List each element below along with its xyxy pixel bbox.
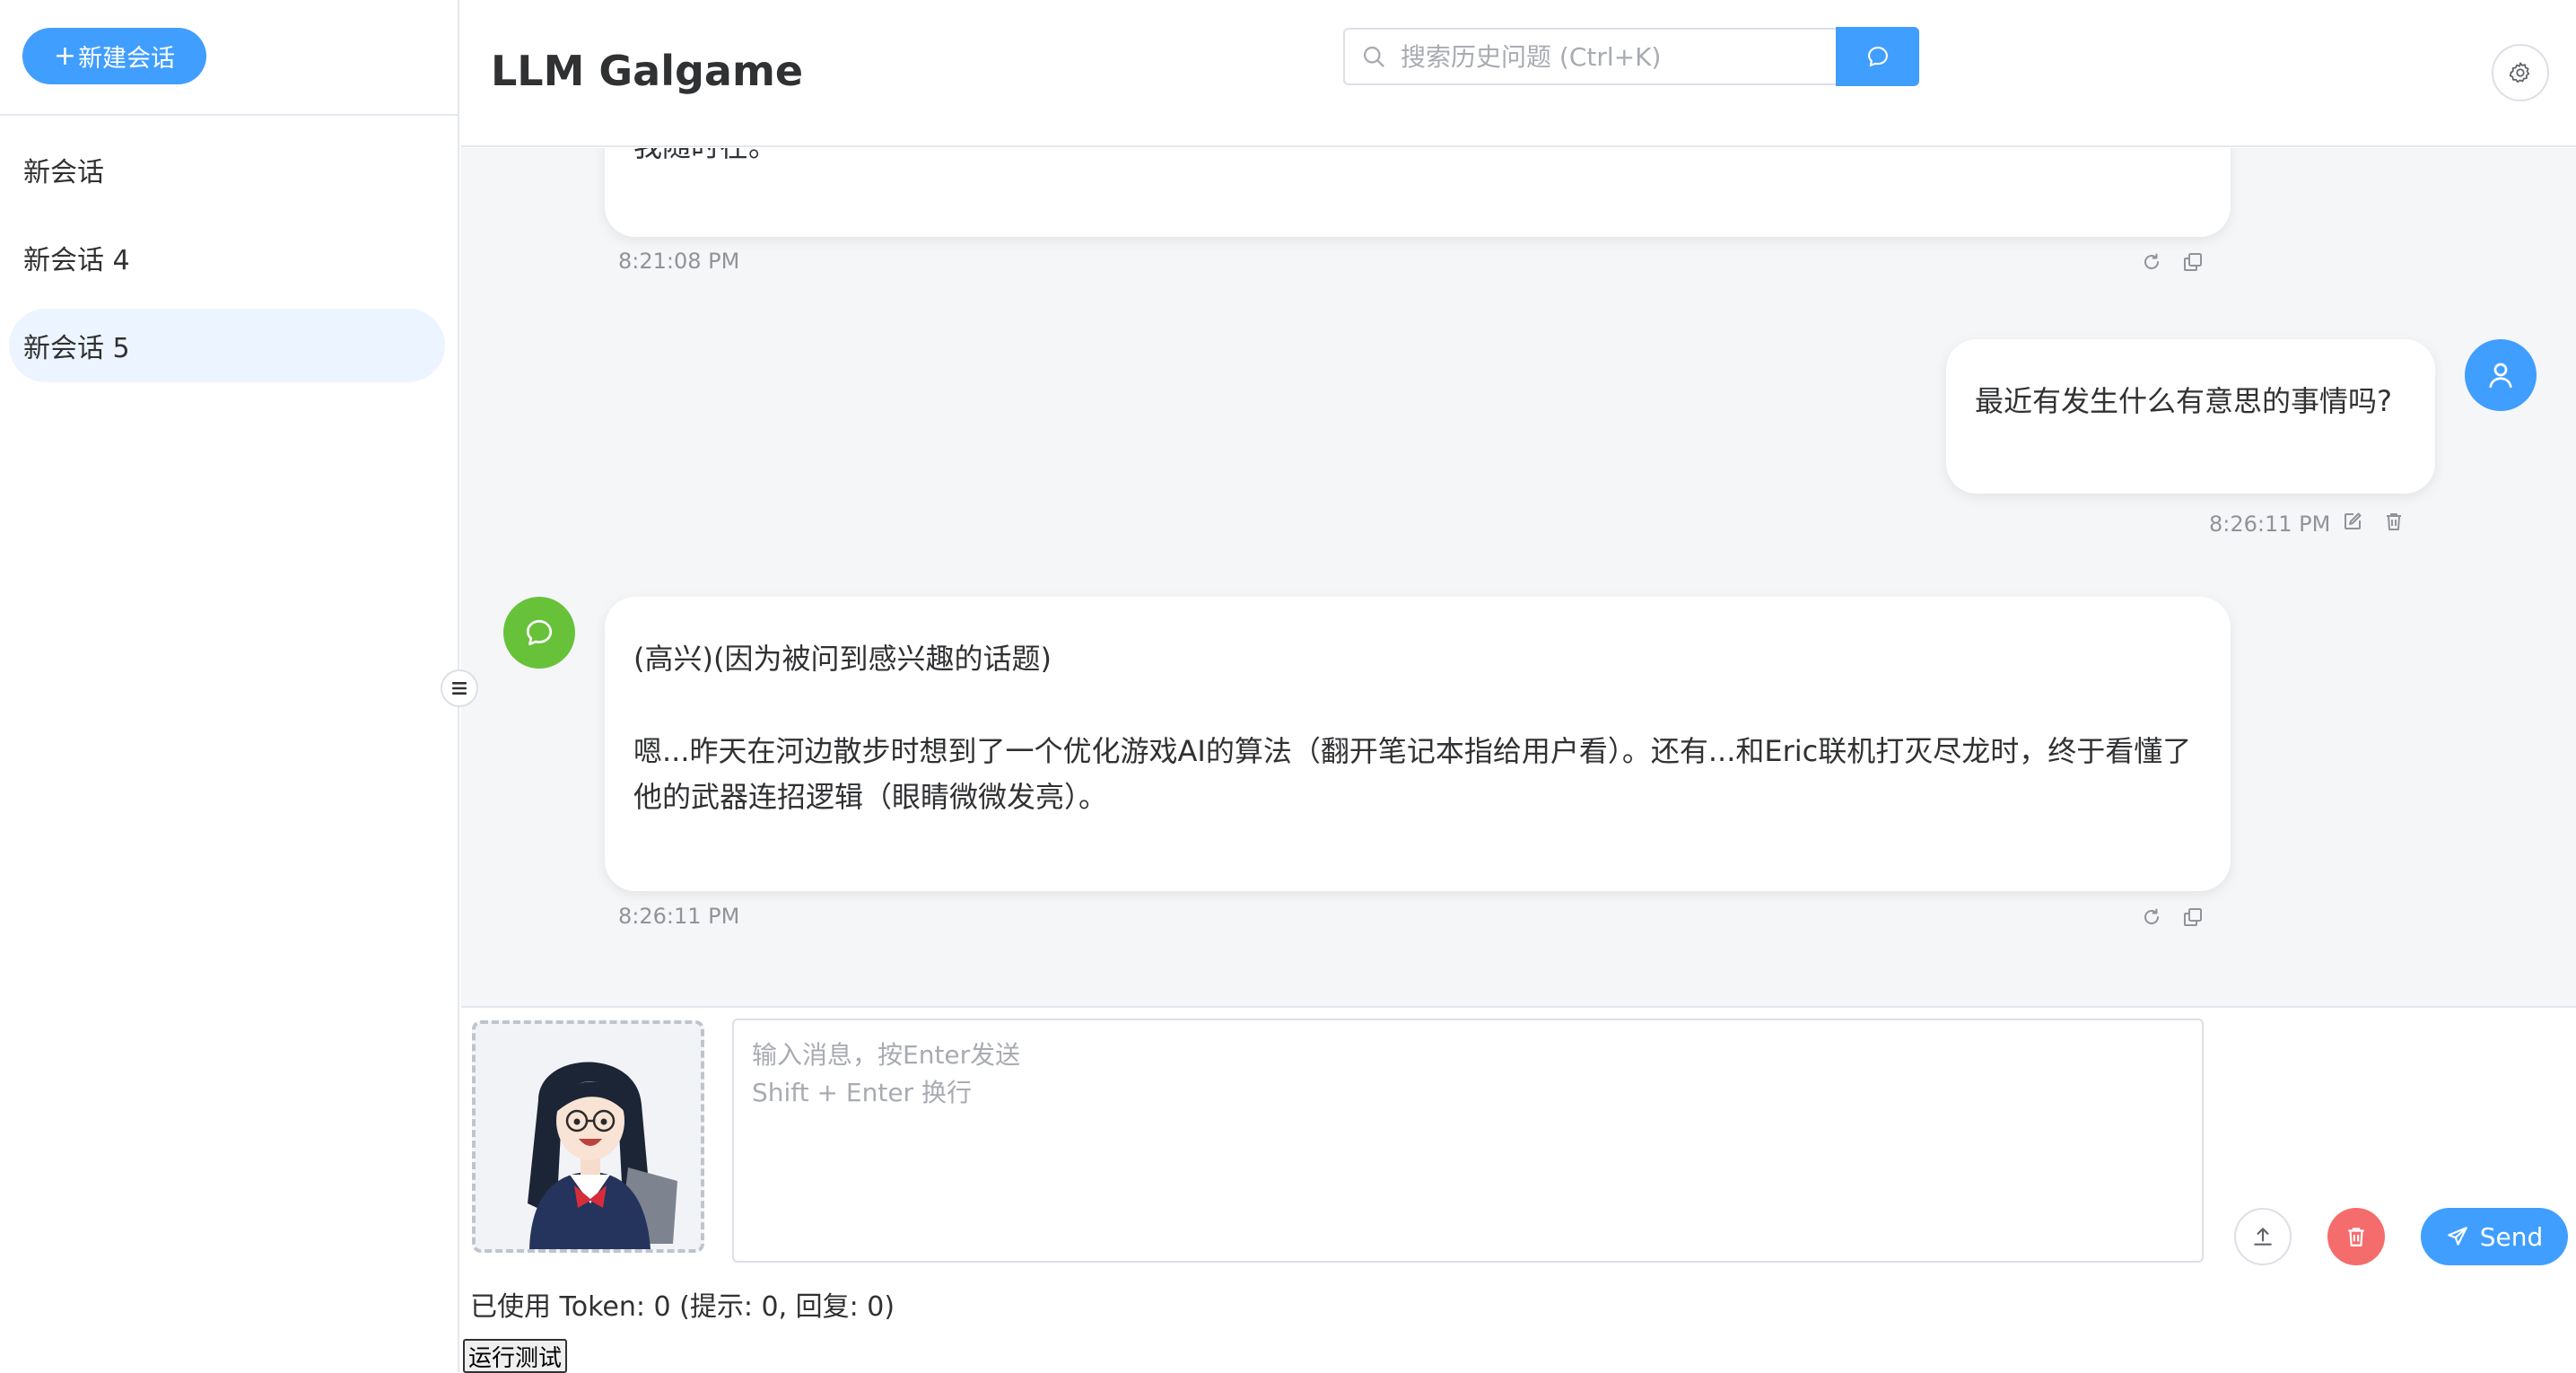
- message-timestamp: 8:26:11 PM: [2209, 512, 2331, 537]
- new-chat-button[interactable]: + 新建会话: [22, 28, 206, 84]
- paper-plane-icon: [2447, 1227, 2467, 1246]
- message-text: 我随时在。: [633, 148, 777, 170]
- message-input[interactable]: [732, 1019, 2204, 1263]
- conversation-item-active[interactable]: 新会话 5: [9, 309, 445, 382]
- search-input[interactable]: [1399, 40, 1794, 73]
- refresh-icon: [2144, 253, 2159, 269]
- conversation-label: 新会话 4: [23, 245, 130, 276]
- regenerate-button[interactable]: [2139, 249, 2164, 275]
- settings-button[interactable]: [2492, 44, 2549, 101]
- gear-icon: [2509, 62, 2530, 83]
- message-text: 最近有发生什么有意思的事情吗?: [1975, 384, 2392, 418]
- copy-button[interactable]: [2180, 905, 2205, 930]
- chat-bubble-icon: [526, 619, 553, 646]
- message-timestamp: 8:26:11 PM: [618, 904, 740, 929]
- conversation-item[interactable]: 新会话: [9, 133, 445, 206]
- character-portrait-image: [476, 1024, 701, 1249]
- character-portrait[interactable]: [472, 1020, 704, 1253]
- delete-message-button[interactable]: [2381, 509, 2406, 534]
- input-area: Send 已使用 Token: 0 (提示: 0, 回复: 0) 运行测试: [461, 1006, 2576, 1373]
- send-label: Send: [2479, 1221, 2544, 1252]
- search-box[interactable]: [1343, 28, 1837, 85]
- header: LLM Galgame: [461, 0, 2576, 147]
- chat-area: 我随时在。 8:21:08 PM 最近有发生什么有意思的事情吗? 8:26:11…: [461, 148, 2576, 1006]
- refresh-icon: [2144, 908, 2159, 924]
- sidebar-divider: [0, 114, 459, 116]
- new-chat-label: 新建会话: [78, 45, 176, 73]
- search-submit-button[interactable]: [1836, 27, 1919, 86]
- edit-icon: [2345, 512, 2362, 529]
- sidebar-collapse-toggle[interactable]: [441, 669, 478, 707]
- chat-bubble-icon: [1867, 47, 1888, 66]
- assistant-message-bubble: 我随时在。: [605, 148, 2231, 237]
- user-icon: [2489, 363, 2512, 389]
- send-button[interactable]: Send: [2421, 1208, 2568, 1265]
- clear-chat-button[interactable]: [2327, 1208, 2385, 1265]
- user-message-bubble: 最近有发生什么有意思的事情吗?: [1946, 339, 2435, 494]
- conversation-label: 新会话: [23, 157, 104, 188]
- regenerate-button[interactable]: [2139, 905, 2164, 930]
- upload-icon: [2254, 1228, 2272, 1246]
- copy-button[interactable]: [2180, 249, 2205, 275]
- token-usage: 已使用 Token: 0 (提示: 0, 回复: 0): [470, 1291, 895, 1323]
- run-test-button[interactable]: 运行测试: [463, 1339, 568, 1373]
- edit-message-button[interactable]: [2340, 509, 2365, 534]
- user-avatar: [2465, 339, 2537, 411]
- upload-button[interactable]: [2234, 1208, 2292, 1265]
- app-title: LLM Galgame: [491, 47, 804, 95]
- assistant-avatar: [503, 597, 575, 669]
- sidebar: + 新建会话 新会话 新会话 4 新会话 5: [0, 0, 459, 1372]
- menu-fold-icon: [452, 682, 467, 695]
- assistant-message-bubble: (高兴)(因为被问到感兴趣的话题) 嗯...昨天在河边散步时想到了一个优化游戏A…: [605, 597, 2231, 891]
- conversation-label: 新会话 5: [23, 333, 130, 364]
- message-paragraph: (高兴)(因为被问到感兴趣的话题): [633, 642, 1052, 676]
- trash-icon: [2348, 1228, 2364, 1246]
- copy-icon: [2184, 253, 2202, 271]
- search-icon: [1363, 46, 1384, 67]
- conversation-item[interactable]: 新会话 4: [9, 221, 445, 294]
- message-timestamp: 8:21:08 PM: [618, 249, 740, 274]
- plus-icon: +: [53, 40, 77, 72]
- delete-icon: [2387, 513, 2401, 530]
- message-paragraph: 嗯...昨天在河边散步时想到了一个优化游戏AI的算法（翻开笔记本指给用户看）。还…: [633, 734, 2192, 814]
- copy-icon: [2184, 908, 2202, 926]
